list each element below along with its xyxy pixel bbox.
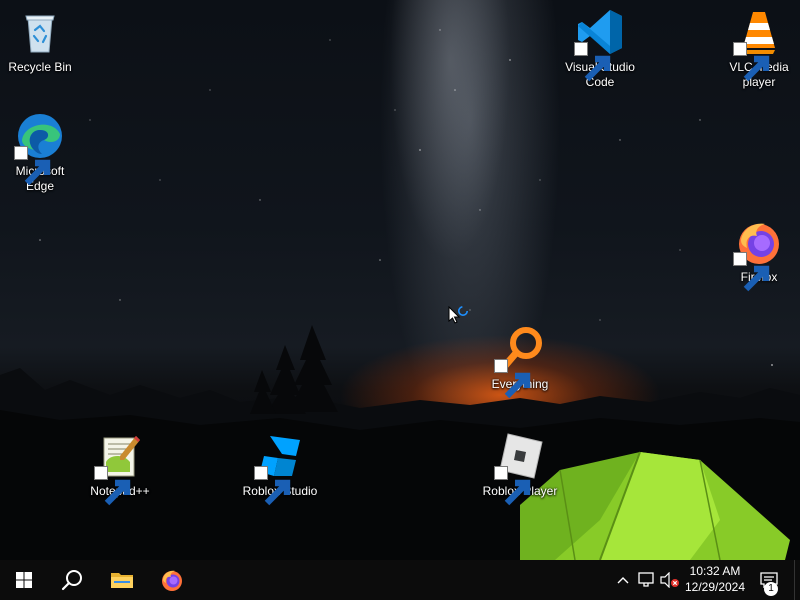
notepadpp-shortcut[interactable]: Notepad++ [80, 432, 160, 506]
firefox-icon [733, 218, 783, 292]
shortcut-arrow-icon [14, 146, 51, 186]
system-clock[interactable]: 10:32 AM 12/29/2024 [680, 563, 750, 595]
shortcut-arrow-icon [574, 42, 611, 82]
file-explorer-button[interactable] [98, 560, 146, 600]
edge-shortcut[interactable]: Microsoft Edge [0, 112, 80, 194]
show-desktop-button[interactable] [794, 560, 800, 600]
search-button[interactable] [48, 560, 96, 600]
search-icon [61, 570, 82, 591]
shortcut-arrow-icon [494, 359, 531, 399]
network-tray-button[interactable] [637, 570, 657, 590]
start-button[interactable] [0, 560, 48, 600]
vscode-icon [574, 8, 624, 82]
show-hidden-icons-button[interactable] [613, 570, 633, 590]
vlc-cone-icon [733, 8, 783, 82]
notepadpp-icon [94, 432, 144, 506]
recycle-bin-icon [16, 8, 64, 56]
shortcut-arrow-icon [94, 466, 131, 506]
windows-start-icon [16, 572, 32, 588]
network-icon [638, 572, 654, 587]
everything-shortcut[interactable]: Everything [480, 325, 560, 399]
busy-cursor-icon [448, 306, 468, 324]
roblox-player-shortcut[interactable]: Roblox Player [480, 432, 560, 506]
roblox-player-icon [494, 432, 544, 506]
vscode-shortcut[interactable]: Visual Studio Code [560, 8, 640, 90]
clock-date: 12/29/2024 [684, 580, 746, 594]
clock-time: 10:32 AM [689, 564, 741, 578]
taskbar: 10:32 AM 12/29/2024 1 [0, 560, 800, 600]
file-explorer-icon [111, 573, 133, 588]
vlc-shortcut[interactable]: VLC media player [719, 8, 799, 90]
notification-count-badge: 1 [764, 582, 778, 596]
shortcut-arrow-icon [733, 42, 770, 82]
volume-muted-icon [660, 572, 679, 588]
recycle-bin-shortcut[interactable]: Recycle Bin [0, 8, 80, 75]
chevron-up-icon [617, 577, 629, 584]
firefox-taskbar-button[interactable] [148, 560, 196, 600]
shortcut-arrow-icon [494, 466, 531, 506]
roblox-studio-icon [254, 432, 304, 506]
firefox-shortcut[interactable]: Firefox [719, 218, 799, 292]
edge-icon [14, 112, 64, 186]
shortcut-arrow-icon [254, 466, 291, 506]
recycle-bin-label: Recycle Bin [8, 60, 72, 74]
volume-tray-button[interactable] [660, 570, 680, 590]
firefox-icon [162, 570, 182, 591]
magnifier-icon [494, 325, 544, 399]
shortcut-arrow-icon [733, 252, 770, 292]
roblox-studio-shortcut[interactable]: Roblox Studio [240, 432, 320, 506]
